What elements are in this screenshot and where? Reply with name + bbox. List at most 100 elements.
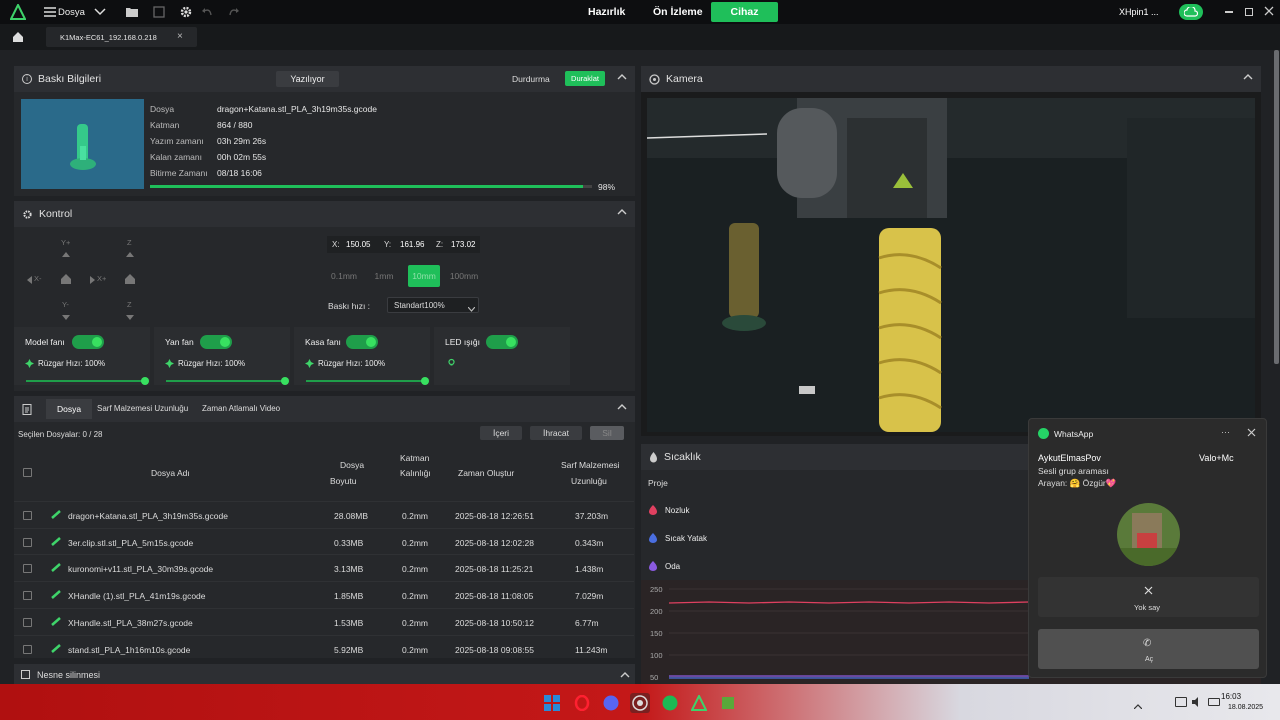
- row-checkbox[interactable]: [23, 644, 32, 654]
- user-name[interactable]: XHpin1 ...: [1119, 7, 1159, 17]
- clock-date[interactable]: 18.08.2025: [1228, 704, 1263, 711]
- pause-button[interactable]: Duraklat: [565, 71, 605, 86]
- chevron-up-icon[interactable]: [1133, 700, 1143, 710]
- arrow-up-icon[interactable]: [126, 248, 134, 257]
- table-row[interactable]: XHandle.stl_PLA_38m27s.gcode 1.53MB 0.2mm 2…: [14, 607, 634, 635]
- gear-icon[interactable]: [179, 5, 193, 19]
- arrow-down-icon[interactable]: [62, 311, 70, 320]
- minimize-icon[interactable]: [1225, 11, 1233, 13]
- step-1mm[interactable]: 1mm: [368, 265, 400, 287]
- select-all-checkbox[interactable]: [23, 468, 32, 477]
- page-scrollbar[interactable]: [1274, 50, 1279, 364]
- fan-toggle-model[interactable]: [72, 335, 104, 349]
- jog-y-minus[interactable]: Y-: [62, 300, 69, 309]
- nav-device[interactable]: Cihaz: [711, 2, 778, 22]
- collapse-chevron-icon[interactable]: [620, 670, 630, 678]
- table-row[interactable]: XHandle (1).stl_PLA_41m19s.gcode 1.85MB 0.…: [14, 581, 634, 608]
- col-size-1[interactable]: Dosya: [340, 460, 364, 470]
- redo-icon[interactable]: [228, 6, 240, 18]
- col-size-2[interactable]: Boyutu: [330, 476, 356, 486]
- close-icon[interactable]: [1247, 428, 1256, 437]
- fan-slider-chassis[interactable]: [306, 377, 429, 385]
- home-axes-icon[interactable]: [61, 274, 71, 284]
- fan-slider-model[interactable]: [26, 377, 149, 385]
- collapse-chevron-icon[interactable]: [617, 403, 627, 413]
- col-time[interactable]: Zaman Oluştur: [458, 468, 514, 478]
- collapse-chevron-icon[interactable]: [617, 208, 627, 218]
- accept-button[interactable]: ✆ Aç: [1038, 629, 1259, 669]
- folder-open-icon[interactable]: [125, 6, 139, 18]
- file-menu[interactable]: Dosya: [58, 7, 85, 18]
- collapse-chevron-icon[interactable]: [1243, 73, 1253, 83]
- nav-prepare[interactable]: Hazırlık: [588, 6, 625, 18]
- fan-name-side: Yan fan: [165, 337, 194, 347]
- restore-icon[interactable]: [1245, 8, 1253, 16]
- delete-object-bar: Nesne silinmesi: [14, 664, 635, 684]
- step-100mm[interactable]: 100mm: [447, 265, 481, 287]
- home-z-icon[interactable]: [125, 274, 135, 284]
- table-row[interactable]: kuronomi+v11.stl_PLA_30m39s.gcode 3.13MB 0…: [14, 554, 634, 581]
- hamburger-menu-icon[interactable]: [44, 6, 56, 18]
- fan-toggle-side[interactable]: [200, 335, 232, 349]
- opera-icon[interactable]: [572, 693, 592, 713]
- more-options-icon[interactable]: ⋯: [1221, 427, 1230, 438]
- tab-files[interactable]: Dosya: [46, 399, 92, 419]
- fan-slider-side[interactable]: [166, 377, 289, 385]
- close-icon[interactable]: [1264, 6, 1274, 16]
- stop-button[interactable]: Durdurma: [512, 74, 550, 84]
- arrow-down-icon[interactable]: [126, 311, 134, 320]
- jog-y-plus[interactable]: Y+: [61, 238, 70, 247]
- table-row[interactable]: stand.stl_PLA_1h16m10s.gcode 5.92MB 0.2mm 2…: [14, 634, 634, 662]
- table-row[interactable]: 3er.clip.stl.stl_PLA_5m15s.gcode 0.33MB 0.…: [14, 527, 634, 555]
- jog-z-down[interactable]: Z: [127, 300, 132, 309]
- home-icon[interactable]: [12, 31, 24, 43]
- row-checkbox[interactable]: [23, 511, 32, 520]
- decline-button[interactable]: Yok say: [1038, 577, 1259, 617]
- jog-x-minus[interactable]: X-: [34, 274, 42, 283]
- row-checkbox[interactable]: [23, 564, 32, 574]
- col-layer-2[interactable]: Kalınlığı: [400, 468, 431, 478]
- close-icon: [1144, 586, 1153, 595]
- creality-print-icon[interactable]: [689, 693, 709, 713]
- tab-timelapse[interactable]: Zaman Atlamalı Video: [202, 404, 280, 413]
- chevron-down-icon[interactable]: [94, 7, 106, 17]
- cloud-sync-icon[interactable]: [1179, 4, 1203, 20]
- table-row[interactable]: dragon+Katana.stl_PLA_3h19m35s.gcode 28.0…: [14, 501, 634, 528]
- volume-icon[interactable]: [1192, 697, 1202, 707]
- step-10mm[interactable]: 10mm: [408, 265, 440, 287]
- network-icon[interactable]: [1175, 697, 1187, 707]
- nav-preview[interactable]: Ön İzleme: [653, 6, 703, 18]
- import-button[interactable]: İçeri: [480, 426, 522, 440]
- row-checkbox[interactable]: [23, 617, 32, 627]
- collapse-chevron-icon[interactable]: [617, 73, 627, 83]
- save-icon[interactable]: [153, 6, 165, 18]
- undo-icon[interactable]: [201, 6, 213, 18]
- export-button[interactable]: İhracat: [530, 426, 582, 440]
- chrome-icon[interactable]: [630, 693, 650, 713]
- col-fil-2[interactable]: Uzunluğu: [571, 476, 607, 486]
- speed-select[interactable]: Standart100%: [387, 297, 479, 313]
- row-checkbox[interactable]: [23, 537, 32, 547]
- col-fil-1[interactable]: Sarf Malzemesi: [561, 460, 620, 470]
- clock-time[interactable]: 16:03: [1221, 692, 1241, 701]
- step-0-1mm[interactable]: 0.1mm: [327, 265, 361, 287]
- arrow-up-icon[interactable]: [62, 248, 70, 257]
- arrow-left-icon[interactable]: [27, 275, 32, 284]
- delete-button[interactable]: Sil: [590, 426, 624, 440]
- tab-close-icon[interactable]: ×: [177, 31, 183, 42]
- led-toggle[interactable]: [486, 335, 518, 349]
- minecraft-icon[interactable]: [718, 693, 738, 713]
- row-checkbox[interactable]: [23, 591, 32, 601]
- tab-filament[interactable]: Sarf Malzemesi Uzunluğu: [97, 404, 188, 413]
- col-name[interactable]: Dosya Adı: [151, 468, 190, 478]
- jog-z-up[interactable]: Z: [127, 238, 132, 247]
- col-layer-1[interactable]: Katman: [400, 453, 429, 463]
- jog-x-plus[interactable]: X+: [97, 274, 106, 283]
- battery-icon[interactable]: [1208, 698, 1220, 706]
- discord-icon[interactable]: [601, 693, 621, 713]
- device-tab[interactable]: K1Max-EC61_192.168.0.218 ×: [46, 27, 197, 47]
- start-icon[interactable]: [542, 693, 562, 713]
- fan-toggle-chassis[interactable]: [346, 335, 378, 349]
- spotify-icon[interactable]: [660, 693, 680, 713]
- arrow-right-icon[interactable]: [90, 275, 95, 284]
